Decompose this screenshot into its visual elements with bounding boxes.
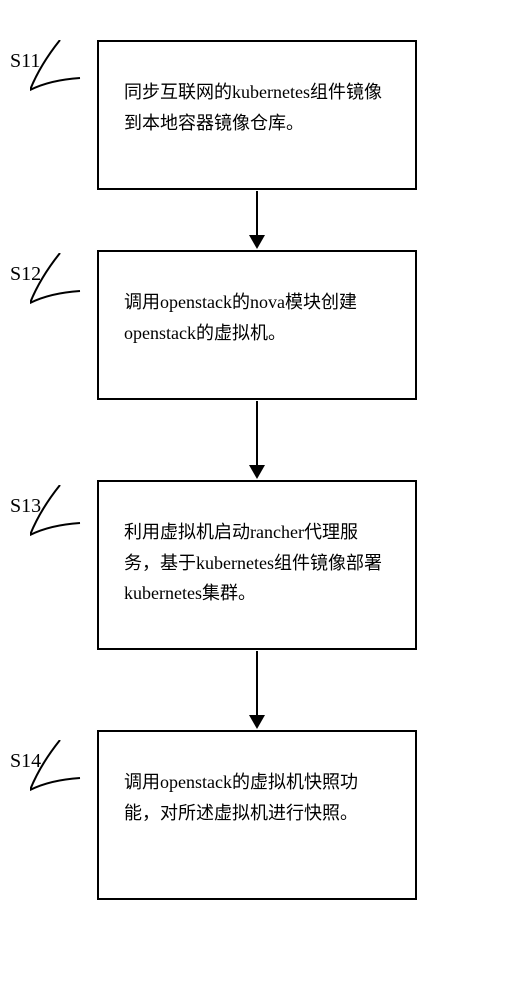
step-box-s13: 利用虚拟机启动rancher代理服务，基于kubernetes组件镜像部署kub… [97, 480, 417, 650]
step-text-s12: 调用openstack的nova模块创建openstack的虚拟机。 [124, 287, 390, 348]
flowchart-container: 同步互联网的kubernetes组件镜像到本地容器镜像仓库。 调用opensta… [0, 0, 514, 900]
step-label-s14: S14 [10, 750, 41, 773]
arrow-line-icon [256, 401, 258, 466]
step-text-s13: 利用虚拟机启动rancher代理服务，基于kubernetes组件镜像部署kub… [124, 517, 390, 609]
arrow-line-icon [256, 191, 258, 236]
arrow-s12-s13 [249, 400, 265, 480]
step-label-s11: S11 [10, 50, 40, 73]
arrow-head-icon [249, 465, 265, 479]
step-text-s14: 调用openstack的虚拟机快照功能，对所述虚拟机进行快照。 [124, 767, 390, 828]
step-container-s11: 同步互联网的kubernetes组件镜像到本地容器镜像仓库。 [50, 40, 464, 190]
step-text-s11: 同步互联网的kubernetes组件镜像到本地容器镜像仓库。 [124, 77, 390, 138]
arrow-head-icon [249, 715, 265, 729]
step-box-s12: 调用openstack的nova模块创建openstack的虚拟机。 [97, 250, 417, 400]
arrow-line-icon [256, 651, 258, 716]
step-container-s14: 调用openstack的虚拟机快照功能，对所述虚拟机进行快照。 [50, 730, 464, 900]
arrow-s11-s12 [249, 190, 265, 250]
step-label-s13: S13 [10, 495, 41, 518]
arrow-s13-s14 [249, 650, 265, 730]
arrow-head-icon [249, 235, 265, 249]
step-label-s12: S12 [10, 263, 41, 286]
step-container-s12: 调用openstack的nova模块创建openstack的虚拟机。 [50, 250, 464, 400]
step-box-s14: 调用openstack的虚拟机快照功能，对所述虚拟机进行快照。 [97, 730, 417, 900]
step-container-s13: 利用虚拟机启动rancher代理服务，基于kubernetes组件镜像部署kub… [50, 480, 464, 650]
step-box-s11: 同步互联网的kubernetes组件镜像到本地容器镜像仓库。 [97, 40, 417, 190]
